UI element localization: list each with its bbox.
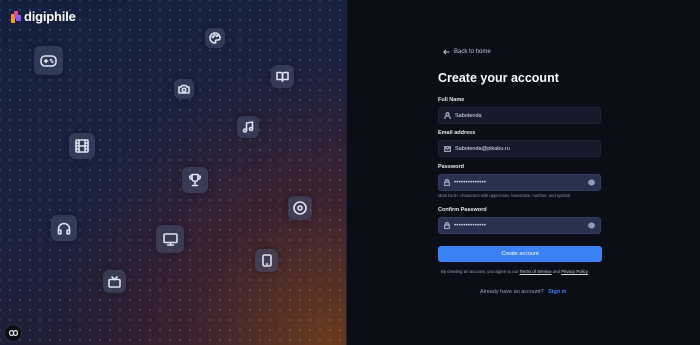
signin-prompt-text: Already have an account? xyxy=(480,289,544,295)
email-field[interactable]: Sabotenda@pikabu.ru xyxy=(438,140,601,157)
brand-name: digiphile xyxy=(24,9,76,24)
logo-mark-icon xyxy=(11,10,21,23)
monitor-tile xyxy=(156,225,184,253)
password-label: Password xyxy=(438,164,464,170)
headphones-tile xyxy=(51,215,77,241)
full-name-value: Sabotenda xyxy=(455,112,482,119)
camera-icon xyxy=(178,84,190,94)
confirm-password-field[interactable]: •••••••••••••• xyxy=(438,217,601,234)
trophy-tile xyxy=(182,167,208,193)
signin-prompt: Already have an account? Sign in xyxy=(480,289,566,295)
user-icon xyxy=(444,112,451,119)
password-value: •••••••••••••• xyxy=(454,179,487,186)
tv-icon xyxy=(108,275,121,288)
page-title: Create your account xyxy=(438,71,559,85)
eye-icon[interactable] xyxy=(588,222,595,229)
terms-and: and xyxy=(552,269,560,274)
arrow-left-icon xyxy=(443,49,450,55)
disc-icon xyxy=(293,201,307,215)
back-to-home-label: Back to home xyxy=(454,49,491,55)
book-icon xyxy=(276,71,289,82)
palette-icon xyxy=(209,32,221,44)
film-icon xyxy=(75,139,89,153)
tablet-icon xyxy=(261,254,272,267)
music-icon xyxy=(242,121,254,133)
password-field[interactable]: •••••••••••••• xyxy=(438,174,601,191)
tv-tile xyxy=(103,270,126,293)
hero-panel: digiphile xyxy=(0,0,346,345)
lock-icon xyxy=(444,179,450,186)
full-name-field[interactable]: Sabotenda xyxy=(438,107,601,124)
film-tile xyxy=(69,133,95,159)
confirm-password-value: •••••••••••••• xyxy=(454,222,487,229)
lock-icon xyxy=(444,222,450,229)
confirm-password-label: Confirm Password xyxy=(438,207,487,213)
back-to-home-link[interactable]: Back to home xyxy=(443,49,491,55)
full-name-label: Full Name xyxy=(438,97,465,103)
mail-icon xyxy=(444,145,451,152)
terms-prefix: By creating an account, you agree to our xyxy=(441,269,519,274)
floating-action-button[interactable] xyxy=(4,324,22,342)
terms-text: By creating an account, you agree to our… xyxy=(441,269,588,274)
sign-in-link[interactable]: Sign in xyxy=(548,289,566,295)
camera-tile xyxy=(174,79,194,99)
tablet-tile xyxy=(255,249,278,272)
music-tile xyxy=(237,116,259,138)
gamepad-icon xyxy=(40,54,57,67)
email-value: Sabotenda@pikabu.ru xyxy=(455,145,510,152)
disc-tile xyxy=(288,196,312,220)
password-hint: Must be 8+ characters with uppercase, lo… xyxy=(438,193,571,198)
privacy-policy-link[interactable]: Privacy Policy xyxy=(561,269,588,274)
book-tile xyxy=(271,65,294,88)
headphones-icon xyxy=(57,222,71,235)
trophy-icon xyxy=(188,173,202,187)
eye-icon[interactable] xyxy=(588,179,595,186)
palette-tile xyxy=(205,28,225,48)
monitor-icon xyxy=(162,232,178,246)
link-icon xyxy=(8,330,18,336)
email-label: Email address xyxy=(438,130,476,136)
terms-of-service-link[interactable]: Terms of Service xyxy=(520,269,552,274)
gamepad-tile xyxy=(34,46,63,75)
create-account-button[interactable]: Create account xyxy=(438,246,602,262)
brand-logo[interactable]: digiphile xyxy=(11,9,76,24)
